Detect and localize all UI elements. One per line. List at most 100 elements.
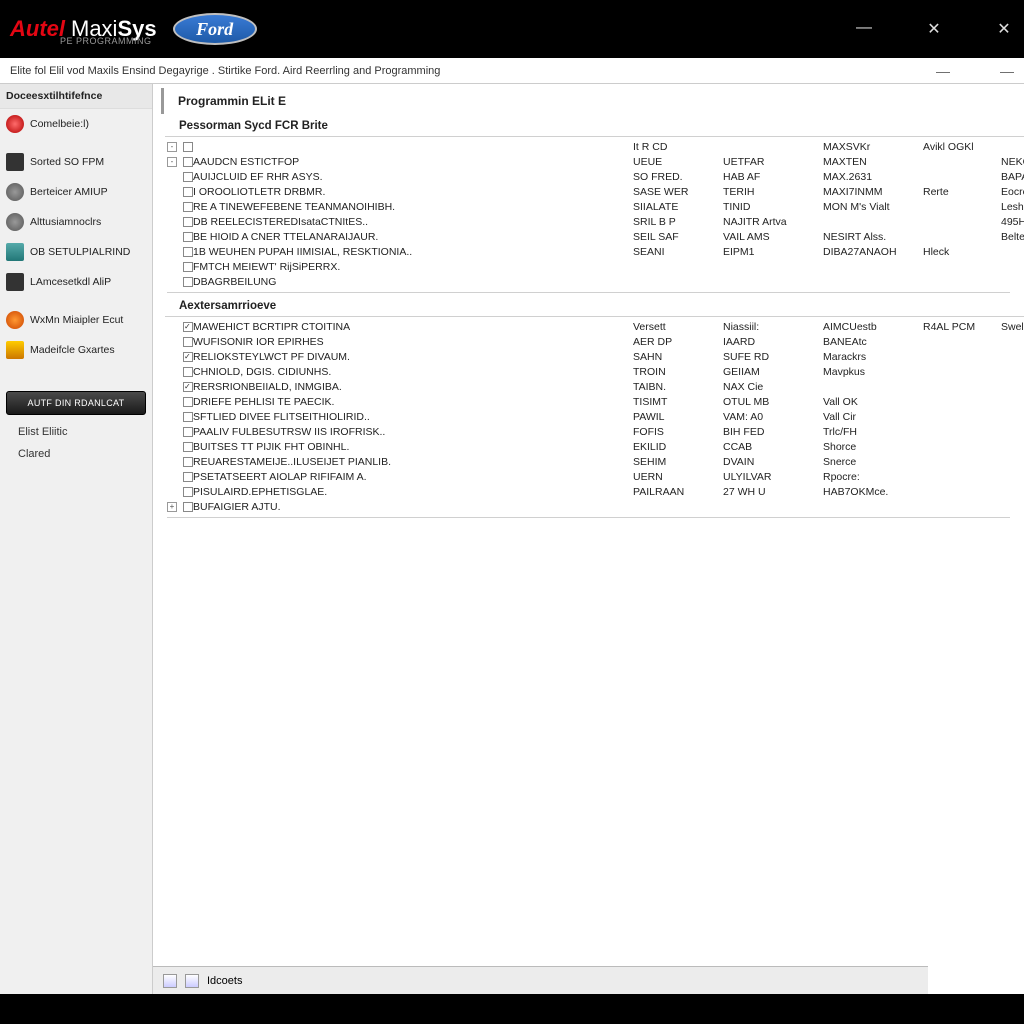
cell: SIIALATE — [633, 201, 723, 213]
cell: PAWIL — [633, 411, 723, 423]
cell: ULYILVAR — [723, 471, 823, 483]
cell: AIMCUestb — [823, 321, 923, 333]
sidebar-link-cleared[interactable]: Clared — [0, 443, 152, 465]
cell: HAB AF — [723, 171, 823, 183]
tree-toggle-icon[interactable]: - — [167, 157, 177, 167]
table-row[interactable]: RELIOKSTEYLWCT PF DIVAUM.SAHNSUFE RDMara… — [167, 349, 1018, 364]
gauge-icon — [6, 183, 24, 201]
table-row[interactable]: 1B WEUHEN PUPAH IIMISIAL, RESKTIONIA..SE… — [167, 244, 1018, 259]
status-icon-2 — [185, 974, 199, 988]
table-row[interactable]: FMTCH MEIEWT' RijSiPERRX. — [167, 259, 1018, 274]
col2: It R CD — [633, 141, 723, 153]
table-row[interactable]: + BUFAIGIER AJTU. — [167, 499, 1018, 514]
tree-collapse-icon[interactable]: - — [167, 142, 177, 152]
minimize-button[interactable]: — — [854, 19, 874, 39]
cell: SASE WER — [633, 186, 723, 198]
checkbox[interactable] — [183, 157, 193, 167]
cell: MON M's Vialt — [823, 201, 923, 213]
checkbox[interactable] — [183, 472, 193, 482]
section2-title: Aextersamrrioeve — [165, 296, 1024, 317]
checkbox[interactable] — [183, 262, 193, 272]
checkbox[interactable] — [183, 322, 193, 332]
cell: UERN — [633, 471, 723, 483]
cell: 1B WEUHEN PUPAH IIMISIAL, RESKTIONIA.. — [193, 246, 633, 258]
cell: Marackrs — [823, 351, 923, 363]
checkbox[interactable] — [183, 337, 193, 347]
table-row[interactable]: RE A TINEWEFEBENE TEANMANOIHIBH.SIIALATE… — [167, 199, 1018, 214]
checkbox[interactable] — [183, 367, 193, 377]
cell: I OROOLIOTLETR DRBMR. — [193, 186, 633, 198]
checkbox[interactable] — [183, 277, 193, 287]
cell: SEANI — [633, 246, 723, 258]
cell: Eocrec — [1001, 186, 1024, 198]
close-button[interactable]: ✕ — [924, 19, 944, 39]
sidebar-item-6[interactable]: WxMn Miaipler Ecut — [0, 305, 152, 335]
cell: TISIMT — [633, 396, 723, 408]
checkbox[interactable] — [183, 487, 193, 497]
sidebar-item-0[interactable]: Comelbeie:l) — [0, 109, 152, 139]
table-row[interactable]: REUARESTAMEIJE..ILUSEIJET PIANLIB.SEHIMD… — [167, 454, 1018, 469]
table-row[interactable]: I OROOLIOTLETR DRBMR.SASE WERTERIHMAXI7I… — [167, 184, 1018, 199]
sidebar-item-2[interactable]: Berteicer AMIUP — [0, 177, 152, 207]
sidebar-link-elite[interactable]: Elist Eliitic — [0, 421, 152, 443]
table-row[interactable]: DB REELECISTEREDIsataCTNItES..SRIL B PNA… — [167, 214, 1018, 229]
checkbox[interactable] — [183, 412, 193, 422]
sidebar-item-5[interactable]: LAmcesetkdl AliP — [0, 267, 152, 297]
tree-toggle-icon[interactable]: + — [167, 502, 177, 512]
table-row[interactable]: CHNIOLD, DGIS. CIDIUNHS.TROINGEIIAMMavpk… — [167, 364, 1018, 379]
divider — [167, 517, 1010, 518]
table-row[interactable]: PISULAIRD.EPHETISGLAE.PAILRAAN27 WH UHAB… — [167, 484, 1018, 499]
checkbox[interactable] — [183, 187, 193, 197]
checkbox[interactable] — [183, 427, 193, 437]
table-row[interactable]: PSETATSEERT AIOLAP RIFIFAIM A.UERNULYILV… — [167, 469, 1018, 484]
checkbox[interactable] — [183, 232, 193, 242]
table-row[interactable]: WUFISONIR IOR EPIRHESAER DPIAARDBANEAtc — [167, 334, 1018, 349]
checkbox[interactable] — [183, 142, 193, 152]
checkbox[interactable] — [183, 457, 193, 467]
panel-icon — [6, 243, 24, 261]
cell: MAXTEN — [823, 156, 923, 168]
sidebar-item-4[interactable]: OB SETULPIALRIND — [0, 237, 152, 267]
cell: NAX Cie — [723, 381, 823, 393]
checkbox[interactable] — [183, 502, 193, 512]
cell: REUARESTAMEIJE..ILUSEIJET PIANLIB. — [193, 456, 633, 468]
table-row[interactable]: PAALIV FULBESUTRSW IIS IROFRISK..FOFISBI… — [167, 424, 1018, 439]
window-buttons: — ✕ ✕ — [854, 19, 1014, 39]
table-row[interactable]: SFTLIED DIVEE FLITSEITHIOLIRID..PAWILVAM… — [167, 409, 1018, 424]
cell: SRIL B P — [633, 216, 723, 228]
checkbox[interactable] — [183, 172, 193, 182]
cell: Trlc/FH — [823, 426, 923, 438]
checkbox[interactable] — [183, 382, 193, 392]
sidebar-item-1[interactable]: Sorted SO FPM — [0, 147, 152, 177]
table-row[interactable]: BE HIOID A CNER TTELANARAIJAUR.SEIL SAFV… — [167, 229, 1018, 244]
cell: BUFAIGIER AJTU. — [193, 501, 633, 513]
sidebar-item-3[interactable]: Alttusiamnoclrs — [0, 207, 152, 237]
checkbox[interactable] — [183, 397, 193, 407]
table-row[interactable]: BUITSES TT PIJIK FHT OBINHL.EKILIDCCABSh… — [167, 439, 1018, 454]
cell: PSETATSEERT AIOLAP RIFIFAIM A. — [193, 471, 633, 483]
sub-dash[interactable]: — — [1000, 63, 1014, 79]
sub-minimize[interactable]: — — [936, 63, 950, 79]
table-row[interactable]: -AAUDCN ESTICTFOPUEUEUETFARMAXTENNEKOK — [167, 154, 1018, 169]
checkbox[interactable] — [183, 202, 193, 212]
checkbox[interactable] — [183, 217, 193, 227]
table-row[interactable]: DRIEFE PEHLISI TE PAECIK.TISIMTOTUL MBVa… — [167, 394, 1018, 409]
cell: VAM: A0 — [723, 411, 823, 423]
table-row[interactable]: RERSRIONBEIIALD, INMGIBA.TAIBN.NAX Cie — [167, 379, 1018, 394]
cell: SEHIM — [633, 456, 723, 468]
warning-icon — [6, 341, 24, 359]
sidebar-item-7[interactable]: Madeifcle Gxartes — [0, 335, 152, 365]
close-button-outer[interactable]: ✕ — [994, 19, 1014, 39]
checkbox[interactable] — [183, 247, 193, 257]
cell: Rerte — [923, 186, 1001, 198]
cell: BIH FED — [723, 426, 823, 438]
cell: GEIIAM — [723, 366, 823, 378]
table-row[interactable]: MAWEHICT BCRTIPR CTOITINAVersettNiassiil… — [167, 319, 1018, 334]
checkbox[interactable] — [183, 442, 193, 452]
auto-detect-button[interactable]: AUTF DIN RDANLCAT — [6, 391, 146, 415]
checkbox[interactable] — [183, 352, 193, 362]
table-row[interactable]: AUIJCLUID EF RHR ASYS.SO FRED.HAB AFMAX.… — [167, 169, 1018, 184]
sidebar: Doceesxtilhtifefnce Comelbeie:l) Sorted … — [0, 84, 153, 994]
cell: PAILRAAN — [633, 486, 723, 498]
table-row[interactable]: DBAGRBEILUNG — [167, 274, 1018, 289]
